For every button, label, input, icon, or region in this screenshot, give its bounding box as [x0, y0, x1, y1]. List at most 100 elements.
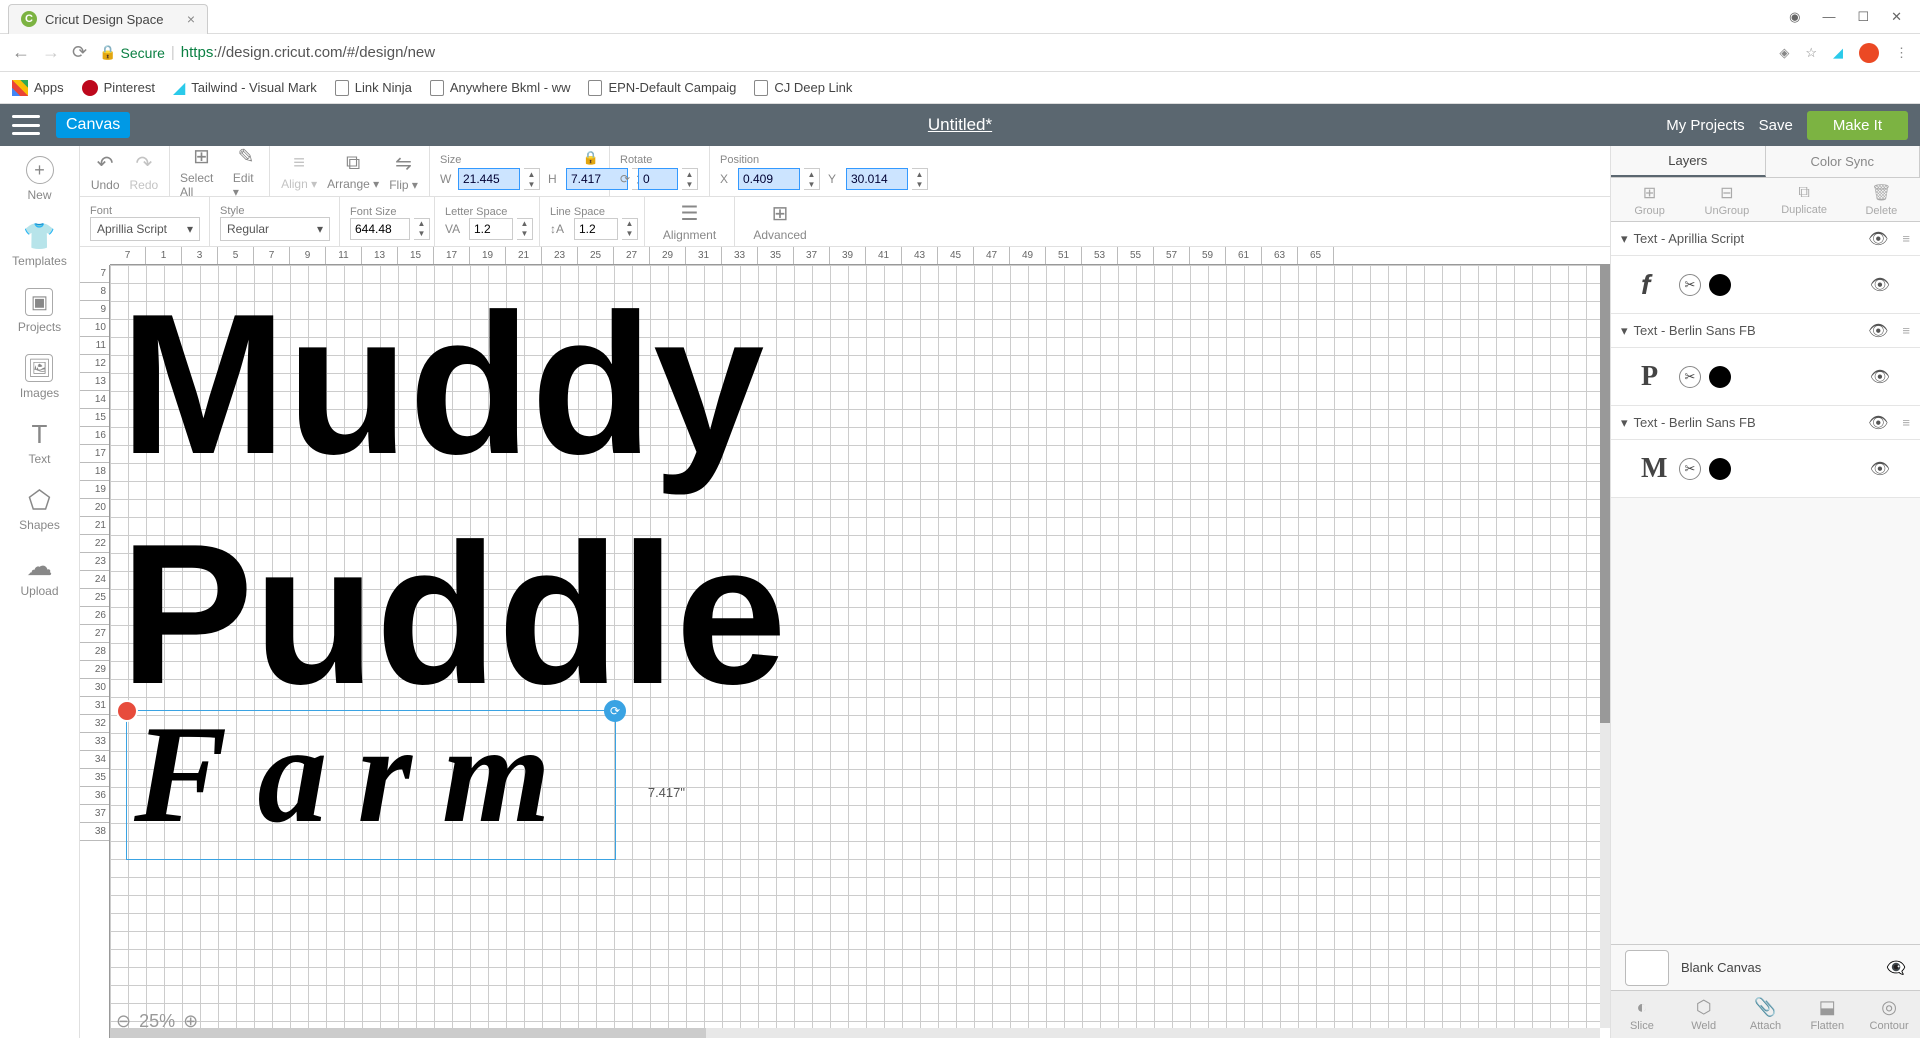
reorder-icon[interactable]: ≡	[1902, 415, 1910, 430]
canvas[interactable]: 7135791113151719212325272931333537394143…	[80, 247, 1610, 1038]
arrange-dropdown[interactable]: ⧉Arrange ▾	[327, 152, 379, 191]
scrollbar-vertical[interactable]	[1600, 265, 1610, 1028]
bookmark-apps[interactable]: Apps	[12, 80, 64, 96]
stumbleupon-ext-icon[interactable]	[1859, 43, 1879, 63]
text-puddle[interactable]: Puddle	[120, 515, 787, 715]
visibility-icon[interactable]: 👁	[1868, 229, 1888, 249]
layer-header[interactable]: ▾Text - Berlin Sans FB👁≡	[1611, 406, 1920, 440]
flip-dropdown[interactable]: ⇋Flip ▾	[389, 151, 418, 192]
lock-icon[interactable]: 🔒	[583, 150, 599, 166]
document-title[interactable]: Untitled*	[928, 115, 992, 135]
ungroup-button[interactable]: ⊟UnGroup	[1688, 178, 1765, 221]
close-icon[interactable]: ×	[187, 11, 195, 27]
x-spinner[interactable]: ▲▼	[804, 168, 820, 190]
visibility-icon[interactable]: 👁	[1868, 321, 1888, 341]
app-header: Canvas Untitled* My Projects Save Make I…	[0, 104, 1920, 146]
layer-item[interactable]: f✂👁	[1611, 256, 1920, 314]
browser-tab[interactable]: C Cricut Design Space ×	[8, 4, 208, 34]
duplicate-button[interactable]: ⧉Duplicate	[1766, 178, 1843, 221]
tool-text[interactable]: TText	[26, 420, 54, 466]
save-button[interactable]: Save	[1759, 117, 1793, 134]
font-size-input[interactable]	[350, 218, 410, 240]
tab-layers[interactable]: Layers	[1611, 146, 1766, 177]
width-input[interactable]	[458, 168, 520, 190]
maximize-icon[interactable]: ☐	[1857, 9, 1869, 25]
layer-color-icon	[1709, 366, 1731, 388]
line-space-input[interactable]	[574, 218, 618, 240]
attach-button[interactable]: 📎Attach	[1735, 991, 1797, 1038]
contour-button[interactable]: ◎Contour	[1858, 991, 1920, 1038]
tool-projects[interactable]: ▣Projects	[18, 288, 61, 334]
text-muddy[interactable]: Muddy	[120, 285, 764, 485]
advanced-button[interactable]: ⊞Advanced	[753, 201, 806, 242]
visibility-off-icon[interactable]: 👁‍🗨	[1886, 958, 1906, 978]
layer-item[interactable]: M✂👁	[1611, 440, 1920, 498]
star-icon[interactable]: ☆	[1805, 45, 1817, 61]
canvas-swatch[interactable]	[1625, 950, 1669, 986]
ls-spinner[interactable]: ▲▼	[517, 218, 533, 240]
menu-icon[interactable]	[12, 115, 40, 135]
bookmark-anywhere[interactable]: Anywhere Bkml - ww	[430, 80, 571, 96]
chevron-down-icon: ▾	[1621, 323, 1628, 339]
font-dropdown[interactable]: Aprillia Script▾	[90, 217, 200, 241]
bookmark-linkninja[interactable]: Link Ninja	[335, 80, 412, 96]
bookmark-epn[interactable]: EPN-Default Campaig	[588, 80, 736, 96]
forward-icon[interactable]: →	[42, 42, 60, 63]
canvas-label[interactable]: Canvas	[56, 112, 130, 138]
y-input[interactable]	[846, 168, 908, 190]
minimize-icon[interactable]: —	[1822, 9, 1835, 25]
address-bar[interactable]: 🔒 Secure | https://design.cricut.com/#/d…	[99, 44, 1757, 61]
rotate-handle[interactable]: ⟳	[604, 700, 626, 722]
tool-templates[interactable]: 👕Templates	[12, 222, 67, 268]
visibility-icon[interactable]: 👁	[1870, 459, 1890, 479]
make-it-button[interactable]: Make It	[1807, 111, 1908, 140]
my-projects-link[interactable]: My Projects	[1666, 117, 1744, 134]
selection-box[interactable]: ⟳ 7.417"	[126, 710, 616, 860]
bookmark-tailwind[interactable]: ◢Tailwind - Visual Mark	[173, 78, 317, 98]
letter-space-input[interactable]	[469, 218, 513, 240]
undo-button[interactable]: ↶Undo	[91, 151, 120, 192]
visibility-icon[interactable]: 👁	[1868, 413, 1888, 433]
reload-icon[interactable]: ⟳	[72, 42, 87, 63]
visibility-icon[interactable]: 👁	[1870, 367, 1890, 387]
group-button[interactable]: ⊞Group	[1611, 178, 1688, 221]
tab-color-sync[interactable]: Color Sync	[1766, 146, 1920, 177]
flatten-button[interactable]: ⬓Flatten	[1796, 991, 1858, 1038]
bookmark-this-icon[interactable]: ◈	[1779, 45, 1789, 61]
more-icon[interactable]: ⋮	[1895, 45, 1908, 61]
select-all-button[interactable]: ⊞Select All	[180, 144, 223, 199]
width-spinner[interactable]: ▲▼	[524, 168, 540, 190]
tool-shapes[interactable]: ⬠Shapes	[19, 486, 60, 532]
tool-images[interactable]: 🖼Images	[20, 354, 59, 400]
lns-spinner[interactable]: ▲▼	[622, 218, 638, 240]
visibility-icon[interactable]: 👁	[1870, 275, 1890, 295]
alignment-button[interactable]: ☰Alignment	[663, 201, 716, 242]
bookmark-cj[interactable]: CJ Deep Link	[754, 80, 852, 96]
delete-button[interactable]: 🗑Delete	[1843, 178, 1920, 221]
scrollbar-horizontal[interactable]	[110, 1028, 1600, 1038]
rotate-input[interactable]	[638, 168, 678, 190]
layer-header[interactable]: ▾Text - Berlin Sans FB👁≡	[1611, 314, 1920, 348]
x-input[interactable]	[738, 168, 800, 190]
account-icon[interactable]: ◉	[1789, 9, 1800, 25]
edit-dropdown[interactable]: ✎Edit ▾	[233, 144, 259, 199]
close-window-icon[interactable]: ✕	[1891, 9, 1902, 25]
rotate-spinner[interactable]: ▲▼	[682, 168, 698, 190]
style-dropdown[interactable]: Regular▾	[220, 217, 330, 241]
layer-item[interactable]: P✂👁	[1611, 348, 1920, 406]
reorder-icon[interactable]: ≡	[1902, 231, 1910, 246]
weld-button[interactable]: ⬡Weld	[1673, 991, 1735, 1038]
slice-button[interactable]: ◐Slice	[1611, 991, 1673, 1038]
back-icon[interactable]: ←	[12, 42, 30, 63]
align-dropdown[interactable]: ≡Align ▾	[281, 152, 317, 191]
delete-handle[interactable]	[116, 700, 138, 722]
tool-new[interactable]: +New	[26, 156, 54, 202]
bookmark-pinterest[interactable]: Pinterest	[82, 80, 155, 96]
reorder-icon[interactable]: ≡	[1902, 323, 1910, 338]
tailwind-ext-icon[interactable]: ◢	[1833, 45, 1843, 61]
redo-button[interactable]: ↷Redo	[130, 151, 159, 192]
y-spinner[interactable]: ▲▼	[912, 168, 928, 190]
layer-header[interactable]: ▾Text - Aprillia Script👁≡	[1611, 222, 1920, 256]
tool-upload[interactable]: ☁Upload	[20, 552, 58, 598]
fs-spinner[interactable]: ▲▼	[414, 218, 430, 240]
